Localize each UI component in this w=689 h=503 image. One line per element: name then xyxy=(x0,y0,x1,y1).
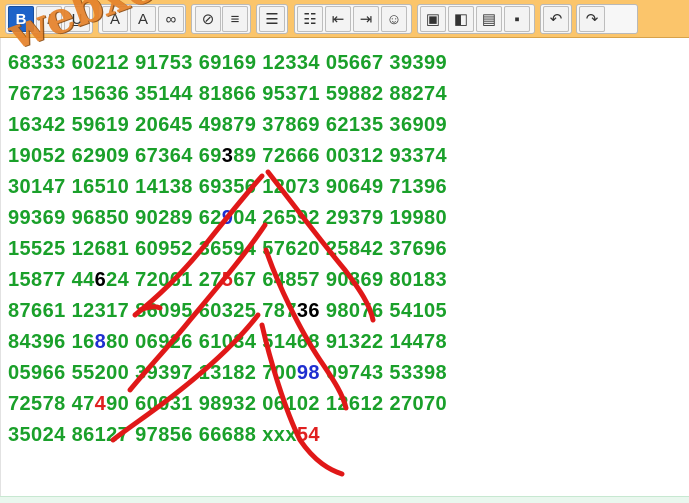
ink-stroke-1 xyxy=(132,173,265,318)
ink-stroke-2 xyxy=(137,304,163,313)
ink-stroke-6 xyxy=(110,312,261,443)
red-ink-annotations xyxy=(110,169,376,477)
ink-stroke-7 xyxy=(259,322,345,477)
